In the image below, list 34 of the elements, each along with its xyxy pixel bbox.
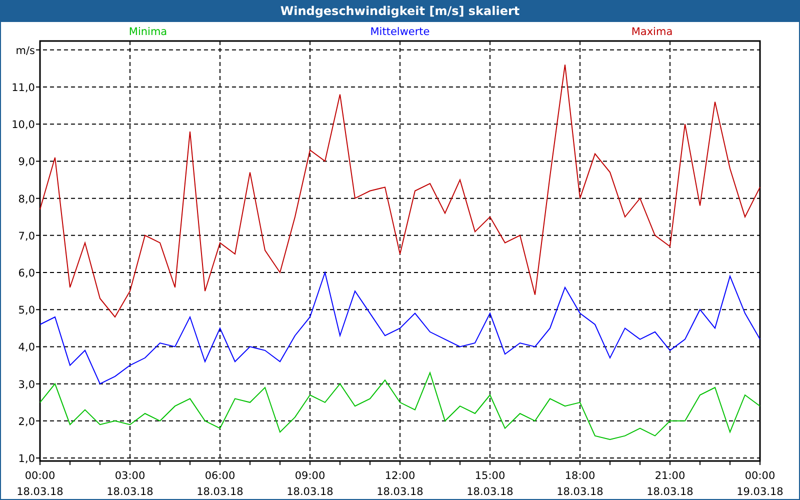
date-label: 18.03.18 <box>556 486 604 498</box>
tick-label: 7,0 <box>18 230 35 242</box>
tick-label: 5,0 <box>18 304 35 317</box>
tick-label: 11,0 <box>12 82 35 94</box>
legend-label: Maxima <box>631 26 673 38</box>
window-title: Windgeschwindigkeit [m/s] skaliert <box>1 1 799 22</box>
tick-label: 2,0 <box>18 416 35 428</box>
tick-label: 3,0 <box>18 378 35 391</box>
tick-label: 4,0 <box>18 342 35 354</box>
date-label: 18.03.18 <box>376 486 424 498</box>
date-label: 18.03.18 <box>466 486 514 498</box>
tick-label: 06:00 <box>204 470 236 482</box>
date-label: 18.03.18 <box>646 486 694 498</box>
date-label: 18.03.18 <box>196 486 244 498</box>
tick-label: 21:00 <box>654 470 686 482</box>
tick-label: 03:00 <box>114 470 146 482</box>
tick-label: 09:00 <box>294 470 326 482</box>
tick-label: 10,0 <box>12 119 35 132</box>
tick-label: 00:00 <box>744 470 776 482</box>
legend-label: Minima <box>128 26 168 38</box>
tick-label: 00:00 <box>24 470 56 482</box>
date-label: 18.03.18 <box>106 486 154 498</box>
tick-label: 1,0 <box>18 453 35 466</box>
tick-label: 9,0 <box>18 156 35 168</box>
date-label: 19.03.18 <box>736 486 784 498</box>
tick-label: m/s <box>16 44 35 57</box>
tick-label: 12:00 <box>384 470 416 482</box>
legend-label: Mittelwerte <box>370 26 430 38</box>
date-label: 18.03.18 <box>16 486 64 498</box>
tick-label: 6,0 <box>18 268 35 280</box>
tick-label: 18:00 <box>564 470 596 482</box>
date-label: 18.03.18 <box>286 486 334 498</box>
tick-label: 15:00 <box>474 470 506 482</box>
tick-label: 8,0 <box>18 193 35 206</box>
